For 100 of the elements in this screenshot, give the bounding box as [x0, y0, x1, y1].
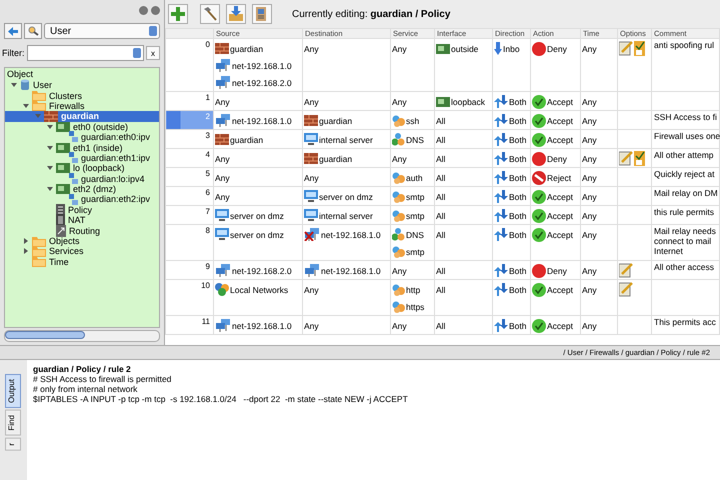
- monitor-icon: [304, 190, 318, 203]
- tree-item[interactable]: Services: [5, 246, 159, 257]
- float-button[interactable]: [139, 6, 148, 14]
- cell-text: Any: [392, 320, 407, 330]
- row-number[interactable]: 10: [166, 280, 214, 316]
- network-icon: [304, 264, 320, 277]
- cell-text: guardian: [319, 116, 352, 126]
- cell-text: Accept: [547, 230, 573, 240]
- tree-item[interactable]: eth0 (outside): [5, 122, 159, 132]
- disclosure-triangle-icon[interactable]: [23, 238, 29, 244]
- check-circle-icon: [532, 114, 546, 128]
- cell-text: Any: [304, 320, 319, 330]
- cell-text: guardian: [230, 134, 264, 144]
- network-card-icon: [56, 163, 70, 174]
- two-way-arrow-icon: [494, 171, 508, 184]
- row-number[interactable]: 9: [166, 260, 214, 280]
- row-number[interactable]: 5: [166, 168, 214, 186]
- cell-text: All: [436, 192, 446, 202]
- row-number[interactable]: 3: [166, 130, 214, 148]
- row-number[interactable]: 8: [166, 224, 214, 260]
- install-button[interactable]: [226, 4, 246, 24]
- tree-item[interactable]: eth2 (dmz): [5, 184, 159, 194]
- disclosure-triangle-icon[interactable]: [47, 186, 53, 192]
- close-button[interactable]: [151, 6, 160, 14]
- service-icon: [392, 209, 405, 222]
- tree-item[interactable]: Routing: [5, 225, 159, 236]
- row-number[interactable]: 6: [166, 186, 214, 206]
- compile-button[interactable]: [200, 4, 220, 24]
- plus-icon: [170, 6, 186, 22]
- cell-text: net-192.168.1.0: [232, 320, 292, 330]
- tree-item[interactable]: guardian:eth2:ipv: [5, 194, 159, 205]
- horizontal-scrollbar[interactable]: [4, 330, 160, 342]
- side-tab[interactable]: r: [5, 438, 21, 450]
- tree-item[interactable]: guardian:eth0:ipv: [5, 132, 159, 142]
- cell-text: All: [436, 210, 446, 220]
- tree-label: Routing: [69, 226, 100, 236]
- checklist-icon: [634, 151, 645, 166]
- tree-item[interactable]: guardian:lo:ipv4: [5, 174, 159, 184]
- two-way-arrow-icon: [494, 228, 508, 241]
- tree-label: Objects: [49, 236, 80, 246]
- cell-text: auth: [406, 172, 423, 182]
- network-icon: [215, 114, 231, 127]
- back-button[interactable]: [4, 23, 22, 39]
- side-tab[interactable]: Find: [5, 410, 21, 436]
- tree-item[interactable]: NAT: [5, 215, 159, 226]
- cell-text: Any: [392, 44, 407, 54]
- folder-icon: [32, 256, 46, 268]
- row-number[interactable]: 11: [166, 316, 214, 334]
- filter-field[interactable]: [26, 45, 144, 61]
- comment-text: SSH Access to fi: [654, 112, 718, 122]
- tree-item[interactable]: lo (loopback): [5, 163, 159, 174]
- tree-label: Firewalls: [49, 100, 85, 111]
- tree-item[interactable]: Firewalls: [5, 100, 159, 112]
- row-number[interactable]: 4: [166, 148, 214, 168]
- network-icon: [215, 76, 231, 89]
- tree-item[interactable]: User: [5, 80, 159, 90]
- tree-item[interactable]: Objects: [5, 236, 159, 246]
- disclosure-triangle-icon[interactable]: [23, 102, 29, 109]
- comment-text: All other attemp: [654, 150, 715, 160]
- cell-text: loopback: [451, 96, 486, 106]
- nat-icon: [56, 214, 65, 226]
- cell-text: Accept: [547, 284, 573, 294]
- cell-text: ssh: [406, 116, 420, 126]
- cell-text: Accept: [547, 116, 573, 126]
- library-dropdown[interactable]: User: [44, 23, 160, 39]
- cell-text: Accept: [547, 134, 573, 144]
- disclosure-triangle-icon[interactable]: [47, 124, 53, 130]
- disclosure-triangle-icon[interactable]: [47, 165, 53, 172]
- tree-item[interactable]: guardian: [5, 111, 159, 122]
- disclosure-triangle-icon[interactable]: [23, 248, 29, 254]
- tree-item[interactable]: Clusters: [5, 90, 159, 101]
- disclosure-triangle-icon[interactable]: [47, 144, 53, 151]
- service-icon: [392, 114, 405, 127]
- cylinder-icon: [20, 79, 30, 92]
- disclosure-triangle-icon[interactable]: [11, 82, 17, 88]
- add-rule-button[interactable]: [168, 4, 188, 24]
- inspect-button[interactable]: [252, 4, 272, 24]
- clear-filter-button[interactable]: x: [146, 46, 160, 60]
- tree-label: guardian:eth1:ipv: [81, 152, 150, 163]
- two-way-arrow-icon: [494, 209, 508, 222]
- row-number[interactable]: 0: [166, 38, 214, 92]
- address-icon: [68, 152, 78, 164]
- tree-item[interactable]: eth1 (inside): [5, 142, 159, 153]
- tree-item[interactable]: Time: [5, 256, 159, 268]
- cell-text: Any: [582, 154, 597, 164]
- cell-text: All: [436, 116, 446, 126]
- cell-text: http: [406, 284, 420, 294]
- note-pencil-icon: [619, 263, 633, 278]
- tree-item[interactable]: guardian:eth1:ipv: [5, 152, 159, 164]
- two-way-arrow-icon: [494, 190, 508, 203]
- cell-text: https: [406, 302, 424, 312]
- side-tab[interactable]: Output: [5, 374, 21, 408]
- tree-label: guardian:eth0:ipv: [81, 132, 150, 142]
- search-tool-button[interactable]: [24, 23, 42, 39]
- cell-text: net-192.168.2.0: [232, 266, 292, 276]
- row-number[interactable]: 7: [166, 206, 214, 224]
- cell-text: Both: [509, 96, 526, 106]
- cell-text: All: [436, 320, 446, 330]
- check-circle-icon: [532, 318, 546, 332]
- monitor-icon: [215, 209, 229, 222]
